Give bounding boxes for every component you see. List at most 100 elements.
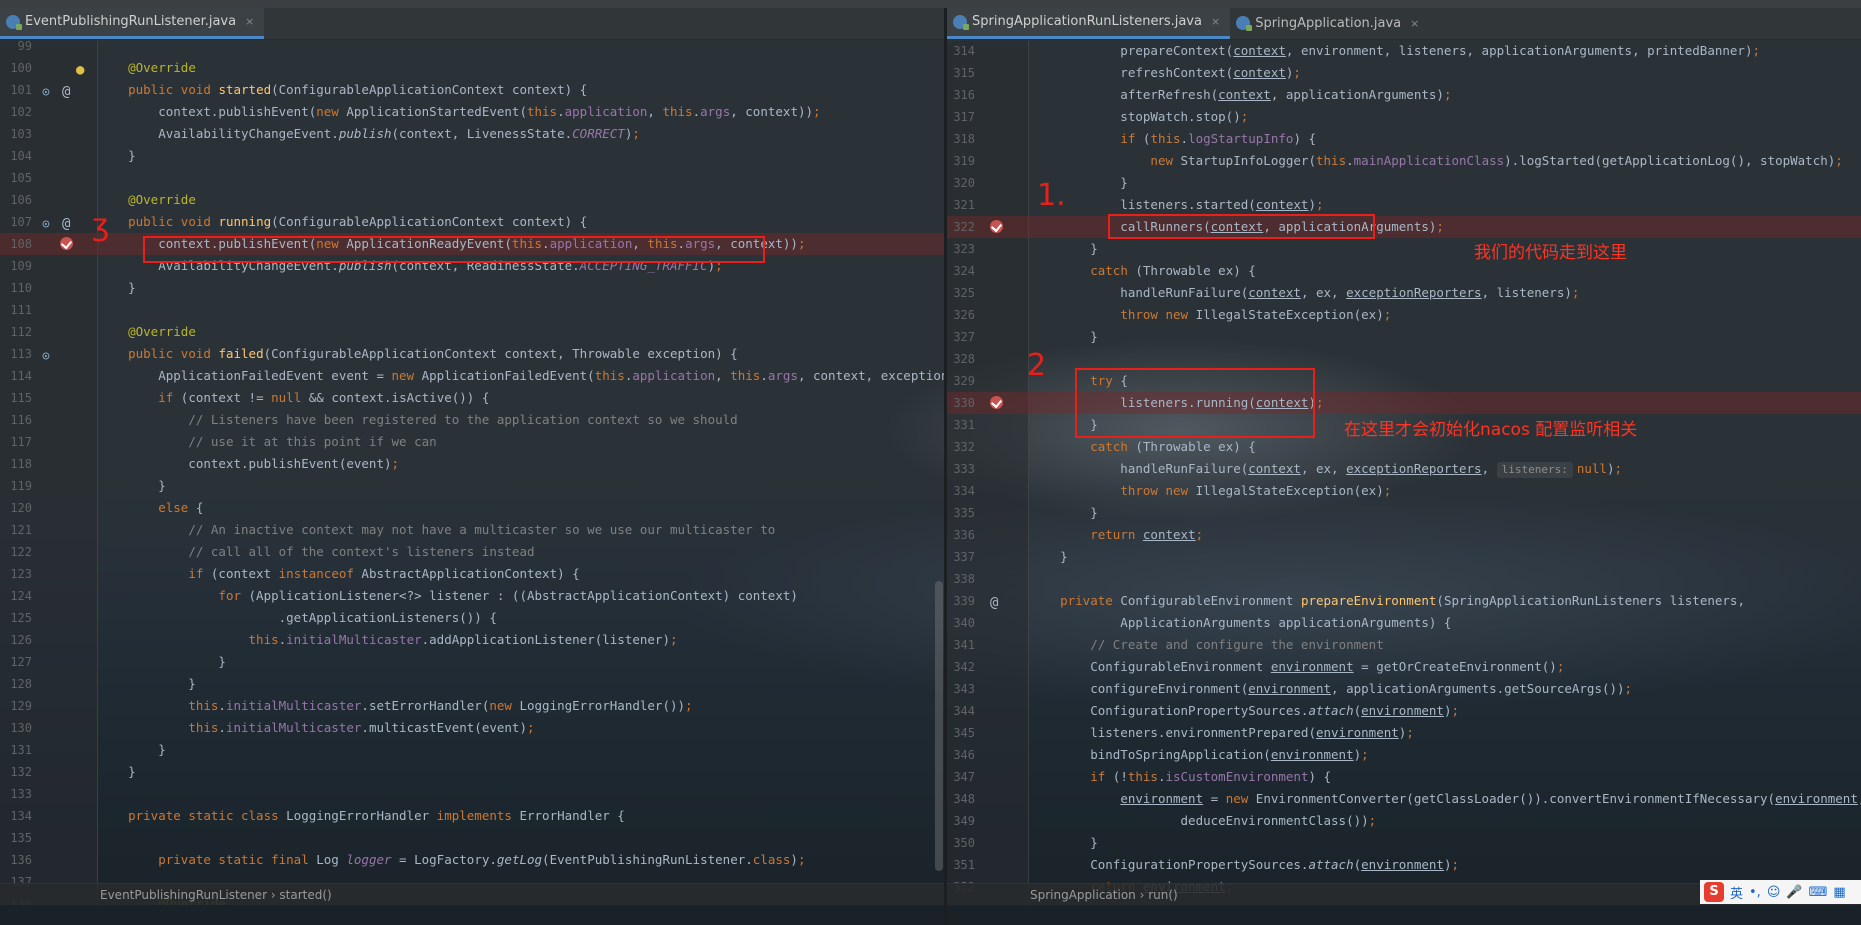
close-icon[interactable]: × xyxy=(245,15,254,28)
code-line[interactable]: 326 throw new IllegalStateException(ex); xyxy=(947,304,1861,326)
code-line[interactable]: 338 xyxy=(947,568,1861,590)
tab-spring-application[interactable]: SpringApplication.java × xyxy=(1230,8,1429,39)
line-number[interactable]: 343 xyxy=(947,678,975,700)
line-number[interactable]: 126 xyxy=(0,629,32,651)
line-number[interactable]: 132 xyxy=(0,761,32,783)
code-line[interactable]: 319 new StartupInfoLogger(this.mainAppli… xyxy=(947,150,1861,172)
code-line[interactable]: 104 } xyxy=(0,145,945,167)
line-number[interactable]: 347 xyxy=(947,766,975,788)
line-number[interactable]: 325 xyxy=(947,282,975,304)
line-number[interactable]: 112 xyxy=(0,321,32,343)
code-line[interactable]: 132 } xyxy=(0,761,945,783)
ime-language[interactable]: 英 xyxy=(1730,883,1743,902)
code-line[interactable]: 314 prepareContext(context, environment,… xyxy=(947,40,1861,62)
code-line[interactable]: 350 } xyxy=(947,832,1861,854)
line-number[interactable]: 332 xyxy=(947,436,975,458)
line-number[interactable]: 337 xyxy=(947,546,975,568)
code-line[interactable]: 340 ApplicationArguments applicationArgu… xyxy=(947,612,1861,634)
code-line[interactable]: 324 catch (Throwable ex) { xyxy=(947,260,1861,282)
line-number[interactable]: 316 xyxy=(947,84,975,106)
line-number[interactable]: 128 xyxy=(0,673,32,695)
code-line[interactable]: 344 ConfigurationPropertySources.attach(… xyxy=(947,700,1861,722)
line-number[interactable]: 335 xyxy=(947,502,975,524)
code-line[interactable]: 116 // Listeners have been registered to… xyxy=(0,409,945,431)
line-number[interactable]: 117 xyxy=(0,431,32,453)
breakpoint-icon[interactable] xyxy=(990,396,1003,409)
tab-spring-application-run-listeners[interactable]: SpringApplicationRunListeners.java × xyxy=(947,8,1231,39)
code-line[interactable]: 333 handleRunFailure(context, ex, except… xyxy=(947,458,1861,480)
line-number[interactable]: 120 xyxy=(0,497,32,519)
line-number[interactable]: 125 xyxy=(0,607,32,629)
line-number[interactable]: 339 xyxy=(947,590,975,612)
code-line[interactable]: 334 throw new IllegalStateException(ex); xyxy=(947,480,1861,502)
code-line[interactable]: 320 } xyxy=(947,172,1861,194)
code-line[interactable]: 124 for (ApplicationListener<?> listener… xyxy=(0,585,945,607)
line-number[interactable]: 129 xyxy=(0,695,32,717)
line-number[interactable]: 328 xyxy=(947,348,975,370)
line-number[interactable]: 344 xyxy=(947,700,975,722)
code-line[interactable]: 121 // An inactive context may not have … xyxy=(0,519,945,541)
line-number[interactable]: 350 xyxy=(947,832,975,854)
code-line[interactable]: 119 } xyxy=(0,475,945,497)
code-line[interactable]: 328 xyxy=(947,348,1861,370)
code-line[interactable]: 112 @Override xyxy=(0,321,945,343)
line-number[interactable]: 121 xyxy=(0,519,32,541)
code-line[interactable]: 346 bindToSpringApplication(environment)… xyxy=(947,744,1861,766)
line-number[interactable]: 107 xyxy=(0,211,32,233)
line-number[interactable]: 111 xyxy=(0,299,32,321)
line-number[interactable]: 123 xyxy=(0,563,32,585)
code-line[interactable]: 351 ConfigurationPropertySources.attach(… xyxy=(947,854,1861,876)
line-number[interactable]: 136 xyxy=(0,849,32,871)
line-number[interactable]: 329 xyxy=(947,370,975,392)
line-number[interactable]: 106 xyxy=(0,189,32,211)
code-line[interactable]: 103 AvailabilityChangeEvent.publish(cont… xyxy=(0,123,945,145)
line-number[interactable]: 334 xyxy=(947,480,975,502)
left-code-editor[interactable]: 99 100 ● @Override 101 ⊙ @ public void starte… xyxy=(0,39,945,905)
emoji-icon[interactable]: ☺ xyxy=(1767,885,1781,900)
keyboard-icon[interactable]: ⌨ xyxy=(1809,885,1828,900)
sogou-logo-icon[interactable]: S xyxy=(1704,882,1724,902)
code-line[interactable]: 102 context.publishEvent(new Application… xyxy=(0,101,945,123)
line-number[interactable]: 116 xyxy=(0,409,32,431)
line-number[interactable]: 326 xyxy=(947,304,975,326)
code-line[interactable]: 134 private static class LoggingErrorHan… xyxy=(0,805,945,827)
code-line[interactable]: 101 ⊙ @ public void started(ConfigurableAp… xyxy=(0,79,945,101)
line-number[interactable]: 324 xyxy=(947,260,975,282)
line-number[interactable]: 115 xyxy=(0,387,32,409)
code-line[interactable]: 126 this.initialMulticaster.addApplicati… xyxy=(0,629,945,651)
code-line[interactable]: 325 handleRunFailure(context, ex, except… xyxy=(947,282,1861,304)
line-number[interactable]: 102 xyxy=(0,101,32,123)
code-line[interactable]: 345 listeners.environmentPrepared(enviro… xyxy=(947,722,1861,744)
line-number[interactable]: 108 xyxy=(0,233,32,255)
code-line[interactable]: 347 if (!this.isCustomEnvironment) { xyxy=(947,766,1861,788)
line-number[interactable]: 331 xyxy=(947,414,975,436)
code-line[interactable]: 106 @Override xyxy=(0,189,945,211)
line-number[interactable]: 348 xyxy=(947,788,975,810)
line-number[interactable]: 338 xyxy=(947,568,975,590)
close-icon[interactable]: × xyxy=(1211,15,1220,28)
line-number[interactable]: 322 xyxy=(947,216,975,238)
line-number[interactable]: 101 xyxy=(0,79,32,101)
left-breadcrumb[interactable]: EventPublishingRunListener › started() xyxy=(0,883,945,905)
code-line[interactable]: 110 } xyxy=(0,277,945,299)
code-line[interactable]: 336 return context; xyxy=(947,524,1861,546)
line-number[interactable]: 317 xyxy=(947,106,975,128)
line-number[interactable]: 342 xyxy=(947,656,975,678)
line-number[interactable]: 345 xyxy=(947,722,975,744)
code-line[interactable]: 114 ApplicationFailedEvent event = new A… xyxy=(0,365,945,387)
line-number[interactable]: 124 xyxy=(0,585,32,607)
code-line[interactable]: 339 @ private ConfigurableEnvironment pre… xyxy=(947,590,1861,612)
code-line[interactable]: 315 refreshContext(context); xyxy=(947,62,1861,84)
line-number[interactable]: 113 xyxy=(0,343,32,365)
code-line[interactable]: 343 configureEnvironment(environment, ap… xyxy=(947,678,1861,700)
line-number[interactable]: 346 xyxy=(947,744,975,766)
line-number[interactable]: 314 xyxy=(947,40,975,62)
line-number[interactable]: 321 xyxy=(947,194,975,216)
line-number[interactable]: 133 xyxy=(0,783,32,805)
line-number[interactable]: 327 xyxy=(947,326,975,348)
code-line[interactable]: 321 listeners.started(context); xyxy=(947,194,1861,216)
line-number[interactable]: 134 xyxy=(0,805,32,827)
vertical-scrollbar[interactable] xyxy=(935,581,943,871)
code-line[interactable]: 135 xyxy=(0,827,945,849)
line-number[interactable]: 341 xyxy=(947,634,975,656)
